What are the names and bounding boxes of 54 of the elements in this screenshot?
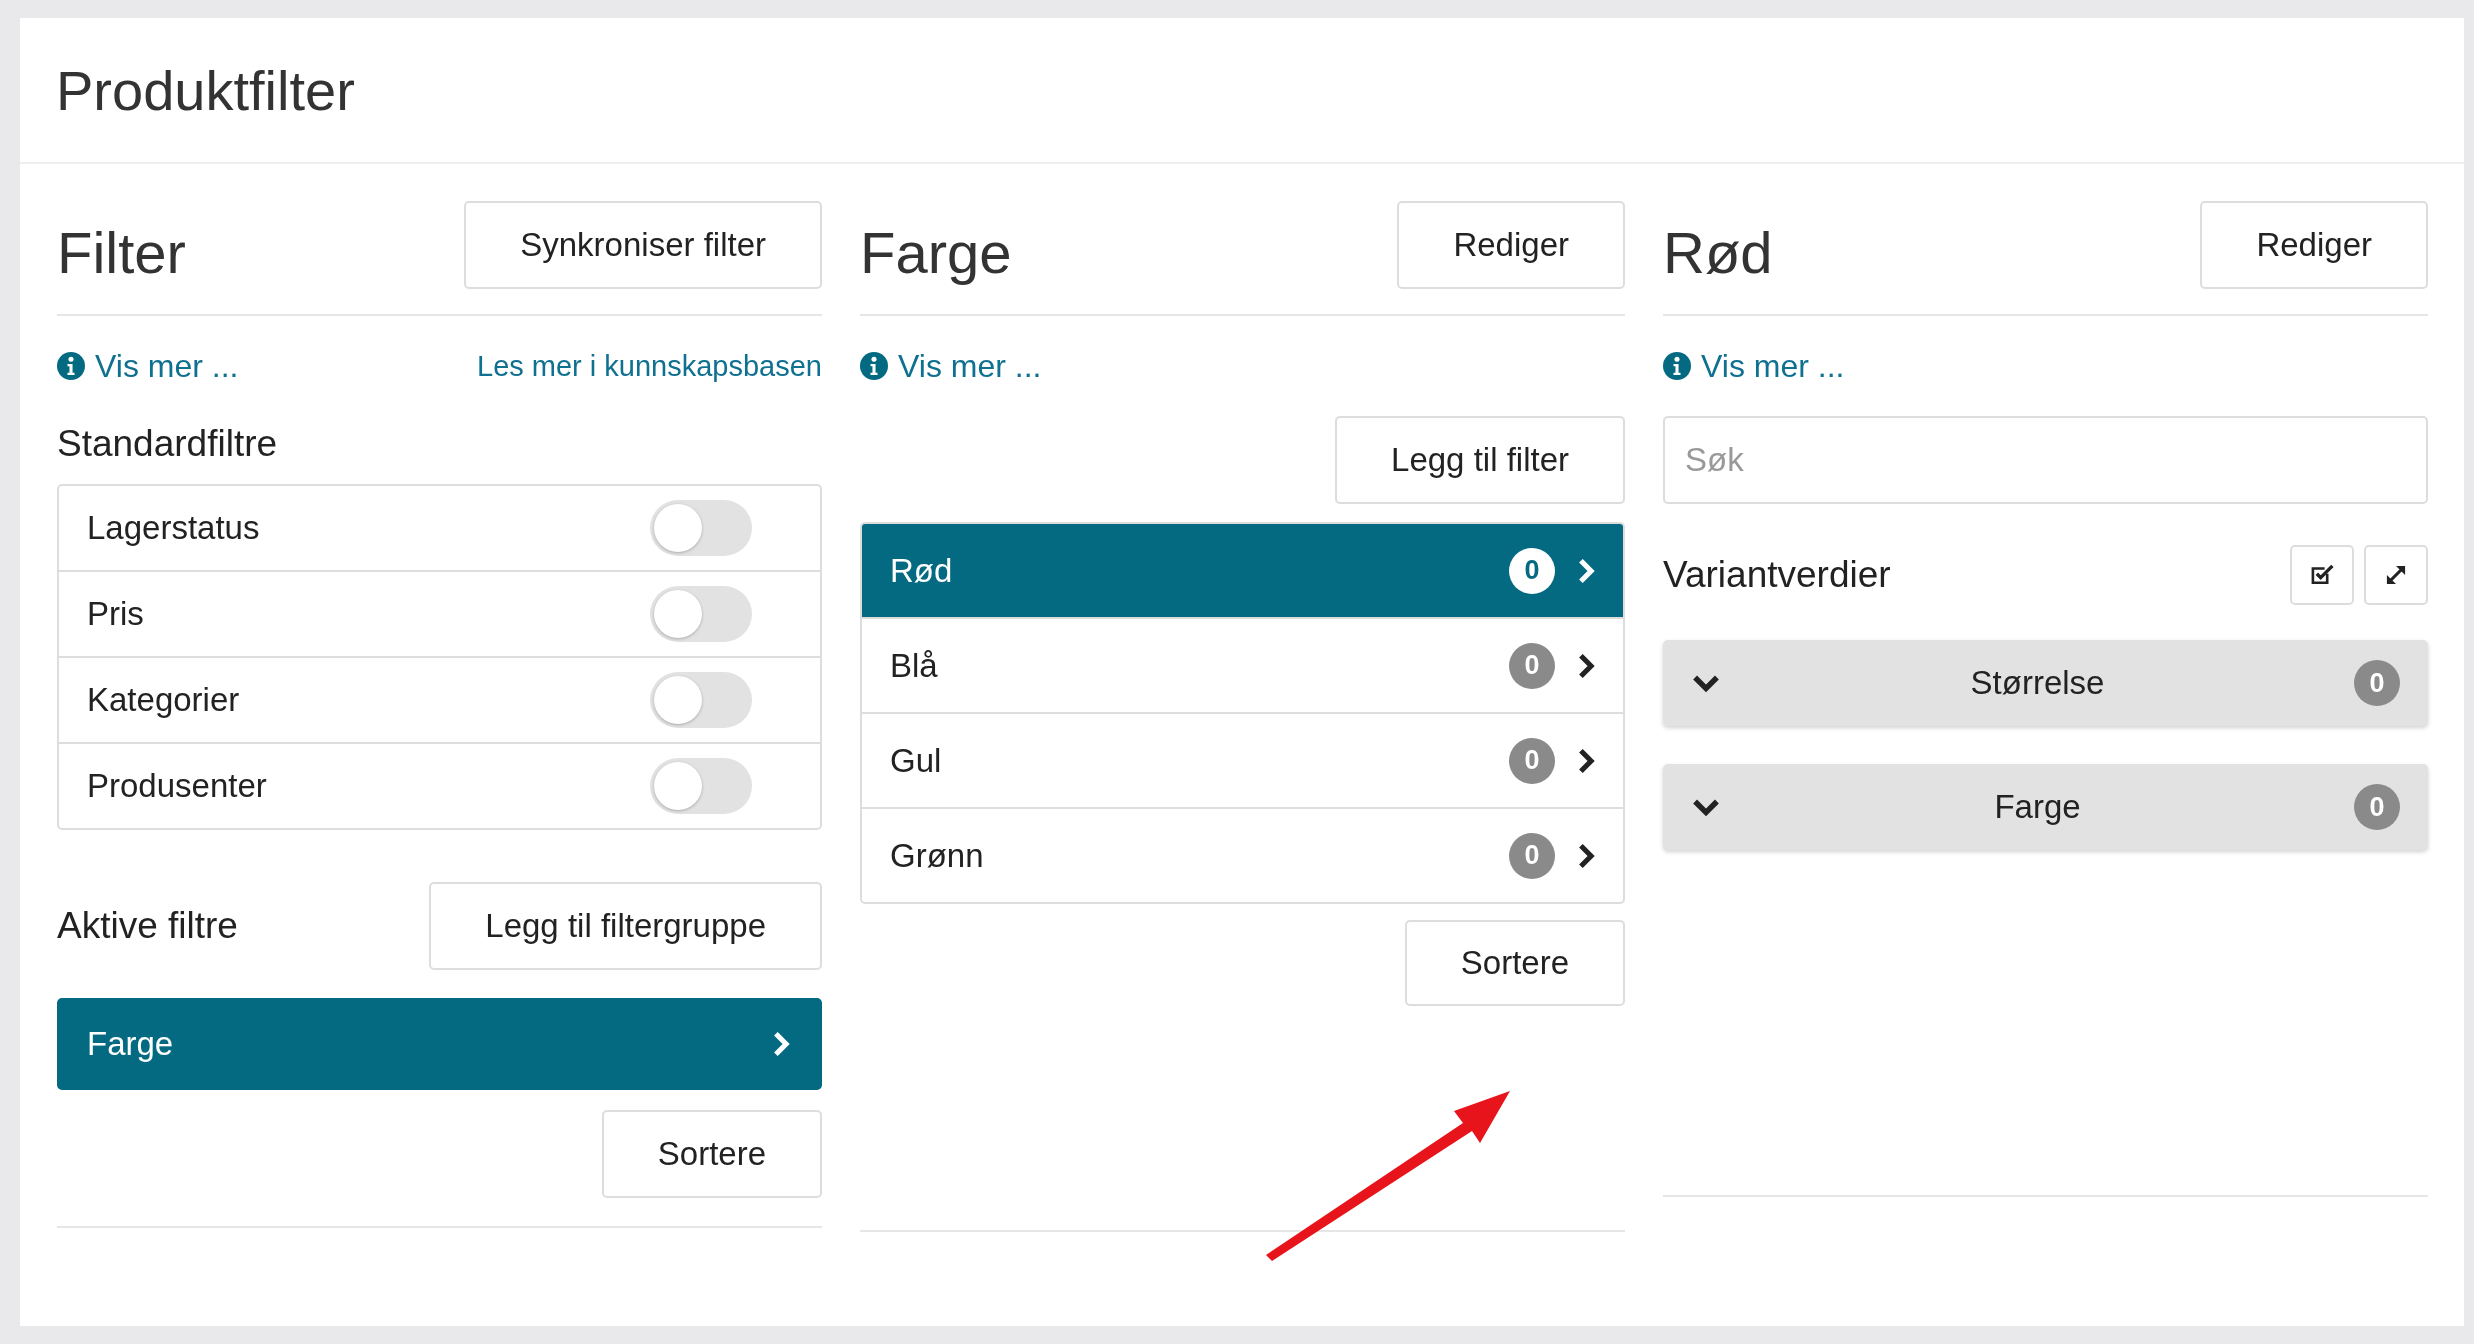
filter-value-item[interactable]: Gul 0 [862,712,1623,807]
chevron-right-icon [1577,746,1595,775]
chevron-down-icon [1691,797,1721,817]
variant-group-header[interactable]: Farge 0 [1663,764,2428,850]
sort-button[interactable]: Sortere [1404,920,1625,1006]
filter-label: Pris [87,595,144,633]
page-title: Produktfilter [56,57,355,123]
filter-value-item[interactable]: Blå 0 [862,617,1623,712]
count-badge: 0 [1509,737,1555,784]
filter-value-item[interactable]: Rød 0 [862,524,1623,617]
knowledge-base-link[interactable]: Les mer i kunnskapsbasen [477,349,822,383]
sort-button[interactable]: Sortere [601,1110,822,1198]
chevron-right-icon [772,1030,790,1058]
edit-button[interactable]: Rediger [2200,201,2428,289]
count-badge: 0 [2354,784,2400,830]
filter-label: Kategorier [87,681,240,719]
group-label: Størrelse [1969,664,2106,702]
add-filter-button[interactable]: Legg til filter [1335,416,1625,504]
info-icon [57,352,85,380]
panel-title: Rød [1663,218,1773,286]
count-badge: 0 [1509,832,1555,879]
count-badge: 0 [2354,660,2400,706]
toggle-switch[interactable] [650,500,752,556]
active-filter-item[interactable]: Farge [57,998,822,1090]
filter-label: Produsenter [87,767,267,805]
info-icon [860,352,888,380]
expand-button[interactable] [2364,545,2428,605]
select-all-button[interactable] [2290,545,2354,605]
section-heading: Aktive filtre [57,905,238,947]
count-badge: 0 [1509,642,1555,689]
section-heading: Standardfiltre [57,422,279,466]
show-more-link[interactable]: Vis mer ... [860,347,1042,385]
chevron-right-icon [1577,651,1595,680]
add-filter-group-button[interactable]: Legg til filtergruppe [429,882,822,970]
search-field[interactable]: Søk [1663,416,2428,504]
filter-value-item[interactable]: Grønn 0 [862,807,1623,902]
chevron-right-icon [1577,556,1595,585]
show-more-link[interactable]: Vis mer ... [1663,347,1845,385]
chevron-down-icon [1691,673,1721,693]
toggle-switch[interactable] [650,672,752,728]
info-icon [1663,352,1691,380]
sync-filter-button[interactable]: Synkroniser filter [464,201,822,289]
toggle-switch[interactable] [650,758,752,814]
edit-button[interactable]: Rediger [1397,201,1625,289]
count-badge: 0 [1509,547,1555,594]
toggle-switch[interactable] [650,586,752,642]
panel-title: Farge [860,218,1012,286]
filter-label: Lagerstatus [87,509,260,547]
chevron-right-icon [1577,841,1595,870]
show-more-link[interactable]: Vis mer ... [57,347,239,385]
panel-title: Filter [57,218,186,286]
variant-group-header[interactable]: Størrelse 0 [1663,640,2428,726]
group-label: Farge [1993,788,2082,826]
section-heading: Variantverdier [1663,554,1891,596]
